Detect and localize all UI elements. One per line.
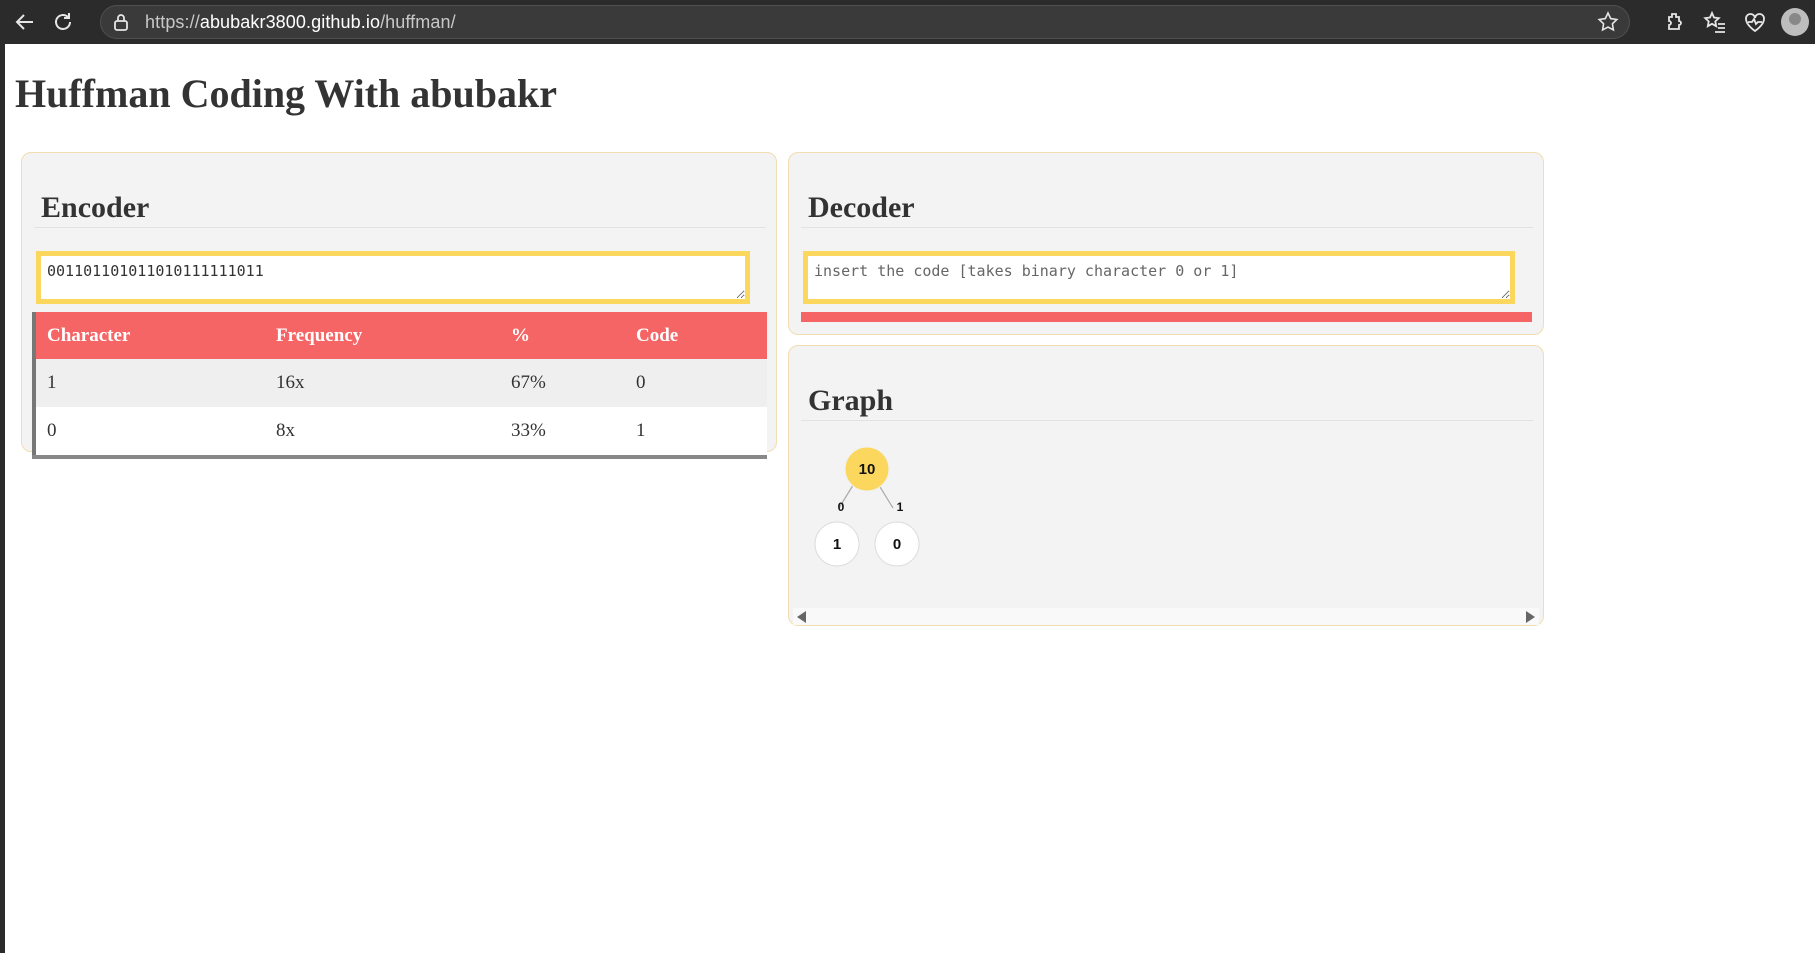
page-title: Huffman Coding With abubakr <box>15 71 558 116</box>
table-row: 1 16x 67% 0 <box>34 359 767 407</box>
decoder-output-bar <box>801 312 1532 322</box>
graph-divider <box>801 420 1533 421</box>
huffman-tree: 10 0 1 1 0 <box>814 446 920 567</box>
health-icon[interactable] <box>1735 2 1775 42</box>
decoder-heading: Decoder <box>808 191 915 224</box>
extensions-icon[interactable] <box>1655 2 1695 42</box>
graph-horizontal-scrollbar[interactable] <box>793 608 1539 625</box>
cell-character: 0 <box>34 407 265 457</box>
cell-percent: 33% <box>500 407 625 457</box>
url-text[interactable]: https://abubakr3800.github.io/huffman/ <box>145 12 456 33</box>
cell-percent: 67% <box>500 359 625 407</box>
reload-icon[interactable] <box>44 3 82 41</box>
star-icon[interactable] <box>1597 11 1619 38</box>
edge-label-left: 0 <box>838 500 845 514</box>
graph-panel: Graph 10 0 1 1 0 <box>788 345 1544 626</box>
cell-code: 0 <box>625 359 767 407</box>
encoder-panel: Encoder Character Frequency % Code 1 16x… <box>21 152 777 459</box>
cell-code: 1 <box>625 407 767 457</box>
cell-character: 1 <box>34 359 265 407</box>
column-header-frequency: Frequency <box>265 312 500 359</box>
root-node-label: 10 <box>859 461 876 478</box>
lock-icon[interactable] <box>113 13 131 31</box>
favorites-icon[interactable] <box>1695 2 1735 42</box>
profile-avatar[interactable] <box>1775 2 1815 42</box>
decoder-input[interactable] <box>803 251 1515 304</box>
column-header-percent: % <box>500 312 625 359</box>
encoder-heading: Encoder <box>41 191 150 224</box>
address-bar[interactable]: https://abubakr3800.github.io/huffman/ <box>100 5 1630 39</box>
frequency-table: Character Frequency % Code 1 16x 67% 0 0… <box>32 312 767 459</box>
page-content: Huffman Coding With abubakr Encoder Char… <box>5 44 1815 953</box>
column-header-code: Code <box>625 312 767 359</box>
decoder-divider <box>801 227 1533 228</box>
cell-frequency: 16x <box>265 359 500 407</box>
decoder-panel: Decoder <box>788 152 1544 335</box>
scroll-right-arrow-icon[interactable] <box>1526 611 1535 623</box>
encoder-input[interactable] <box>36 251 750 304</box>
edge-label-right: 1 <box>897 500 904 514</box>
table-header-row: Character Frequency % Code <box>34 312 767 359</box>
scroll-left-arrow-icon[interactable] <box>797 611 806 623</box>
leaf-node-label: 1 <box>833 536 841 553</box>
leaf-node-label: 0 <box>893 536 901 553</box>
cell-frequency: 8x <box>265 407 500 457</box>
table-row: 0 8x 33% 1 <box>34 407 767 457</box>
back-arrow-icon[interactable] <box>6 3 44 41</box>
encoder-divider <box>34 227 766 228</box>
browser-toolbar: https://abubakr3800.github.io/huffman/ <box>0 0 1815 44</box>
column-header-character: Character <box>34 312 265 359</box>
graph-heading: Graph <box>808 384 894 417</box>
